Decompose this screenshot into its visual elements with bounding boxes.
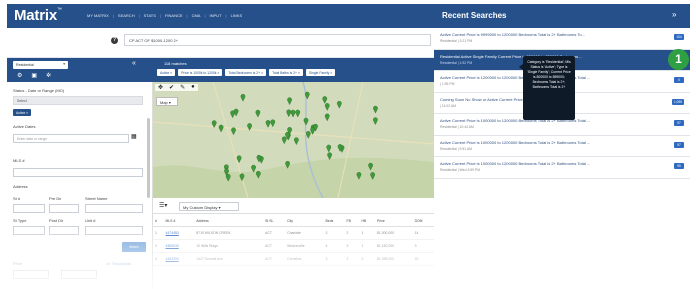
chip-price[interactable]: Price is 1000k to 1200k × bbox=[178, 69, 223, 76]
pencil-icon[interactable]: ✎ bbox=[180, 84, 185, 91]
recent-searches-title: Recent Searches bbox=[442, 11, 507, 20]
street-name-label: Street Name bbox=[85, 196, 108, 201]
nav-finance[interactable]: FINANCE bbox=[165, 13, 183, 18]
st-number-label: St # bbox=[13, 196, 21, 201]
status-active-tag[interactable]: Active × bbox=[13, 109, 32, 116]
result-count-badge: 104 bbox=[674, 34, 684, 40]
result-count-badge: 97 bbox=[674, 141, 684, 148]
search-criteria-tooltip: Category is 'Residential'; Mls Status is… bbox=[519, 56, 575, 120]
save-icon[interactable]: ▣ bbox=[31, 72, 37, 79]
chip-baths[interactable]: Total Baths is 2+ × bbox=[269, 69, 303, 76]
recent-searches-panel: Recent Searches » Active Current Price i… bbox=[434, 4, 690, 289]
status-label: Status - Date or Range (MO) bbox=[13, 88, 65, 93]
street-name-input[interactable] bbox=[85, 204, 143, 213]
close-icon[interactable]: » bbox=[672, 10, 676, 19]
nav-links[interactable]: LINKS bbox=[231, 13, 243, 18]
active-dates-label: Active Dates bbox=[13, 124, 36, 129]
nav-stats[interactable]: STATS bbox=[144, 13, 156, 18]
pre-dir-select[interactable] bbox=[49, 204, 79, 213]
map-type-select[interactable]: Map ▾ bbox=[156, 97, 178, 106]
check-icon[interactable]: ✔ bbox=[169, 84, 174, 91]
criteria-header: Residential « ⚙ ▣ ✲ bbox=[7, 58, 153, 82]
nav-my-matrix[interactable]: MY MATRIX bbox=[87, 13, 109, 18]
settings-icon[interactable]: ✲ bbox=[46, 72, 51, 79]
result-count-badge: 97 bbox=[674, 120, 684, 126]
main-nav: MY MATRIX | SEARCH | STATS | FINANCE | CMA | … bbox=[87, 13, 243, 18]
collapse-left-icon[interactable]: « bbox=[132, 60, 136, 67]
display-select[interactable]: My Custom Display ▾ bbox=[179, 202, 239, 211]
speed-bar-input[interactable]: CP ACT OF $1000-1200 2+ bbox=[124, 34, 431, 46]
recent-search-item[interactable]: Active Current Price is 1000000 to 12000… bbox=[434, 157, 690, 179]
pre-dir-label: Pre Dir bbox=[49, 196, 62, 201]
chip-active[interactable]: Active × bbox=[157, 69, 176, 76]
criteria-toolbar: ⚙ ▣ ✲ bbox=[17, 72, 51, 79]
nav-input[interactable]: INPUT bbox=[210, 13, 222, 18]
map-canvas bbox=[153, 82, 434, 198]
mls-input[interactable] bbox=[13, 168, 143, 177]
calendar-icon[interactable]: ▦ bbox=[131, 133, 137, 140]
matrix-logo[interactable]: Matrix™ bbox=[14, 7, 62, 24]
address-label: Address bbox=[13, 184, 28, 189]
map-toolbar: ✥ ✔ ✎ ● bbox=[155, 84, 198, 91]
chip-single-family[interactable]: Single Family × bbox=[305, 69, 336, 76]
criteria-scrollbar[interactable] bbox=[147, 118, 150, 198]
result-count-badge: 1,095 bbox=[672, 98, 684, 105]
mls-label: MLS # bbox=[13, 158, 25, 163]
result-count-badge: 95 bbox=[674, 163, 684, 169]
menu-icon[interactable]: ☰▾ bbox=[159, 202, 167, 209]
match-count: 118 matches bbox=[164, 61, 187, 66]
nav-search[interactable]: SEARCH bbox=[118, 13, 135, 18]
recent-search-item[interactable]: Active Current Price is 9999000 to 12000… bbox=[434, 28, 690, 50]
bottom-fade-overlay bbox=[7, 219, 434, 289]
map-draw-icon[interactable]: ✥ bbox=[158, 84, 163, 91]
st-number-input[interactable] bbox=[13, 204, 45, 213]
help-icon[interactable]: ? bbox=[111, 37, 118, 44]
nav-cma[interactable]: CMA bbox=[192, 13, 201, 18]
status-select[interactable]: Select bbox=[13, 96, 143, 105]
active-dates-input[interactable]: Enter date or range bbox=[13, 134, 129, 143]
grid-header: ☰▾ My Custom Display ▾ bbox=[153, 198, 434, 214]
property-type-select[interactable]: Residential bbox=[13, 61, 68, 69]
speed-bar-row: ? CP ACT OF $1000-1200 2+ bbox=[7, 28, 434, 58]
recent-searches-header: Recent Searches » bbox=[434, 4, 690, 28]
matrix-app: Matrix™ MY MATRIX | SEARCH | STATS | FINANC… bbox=[7, 4, 690, 289]
locate-icon[interactable]: ● bbox=[191, 84, 195, 91]
results-map[interactable]: ✥ ✔ ✎ ● Map ▾ bbox=[153, 82, 434, 198]
results-summary-bar: 118 matches Active × Price is 1000k to 1… bbox=[153, 58, 434, 82]
criteria-chips: Active × Price is 1000k to 1200k × Total… bbox=[157, 69, 336, 76]
chip-bedrooms[interactable]: Total Bedrooms is 2+ × bbox=[225, 69, 267, 76]
recent-search-item[interactable]: Active Current Price is 1000000 to 12000… bbox=[434, 136, 690, 157]
gear-icon[interactable]: ⚙ bbox=[17, 72, 22, 79]
step-callout-badge: 1 bbox=[668, 49, 689, 70]
result-count-badge: 0 bbox=[674, 77, 684, 83]
